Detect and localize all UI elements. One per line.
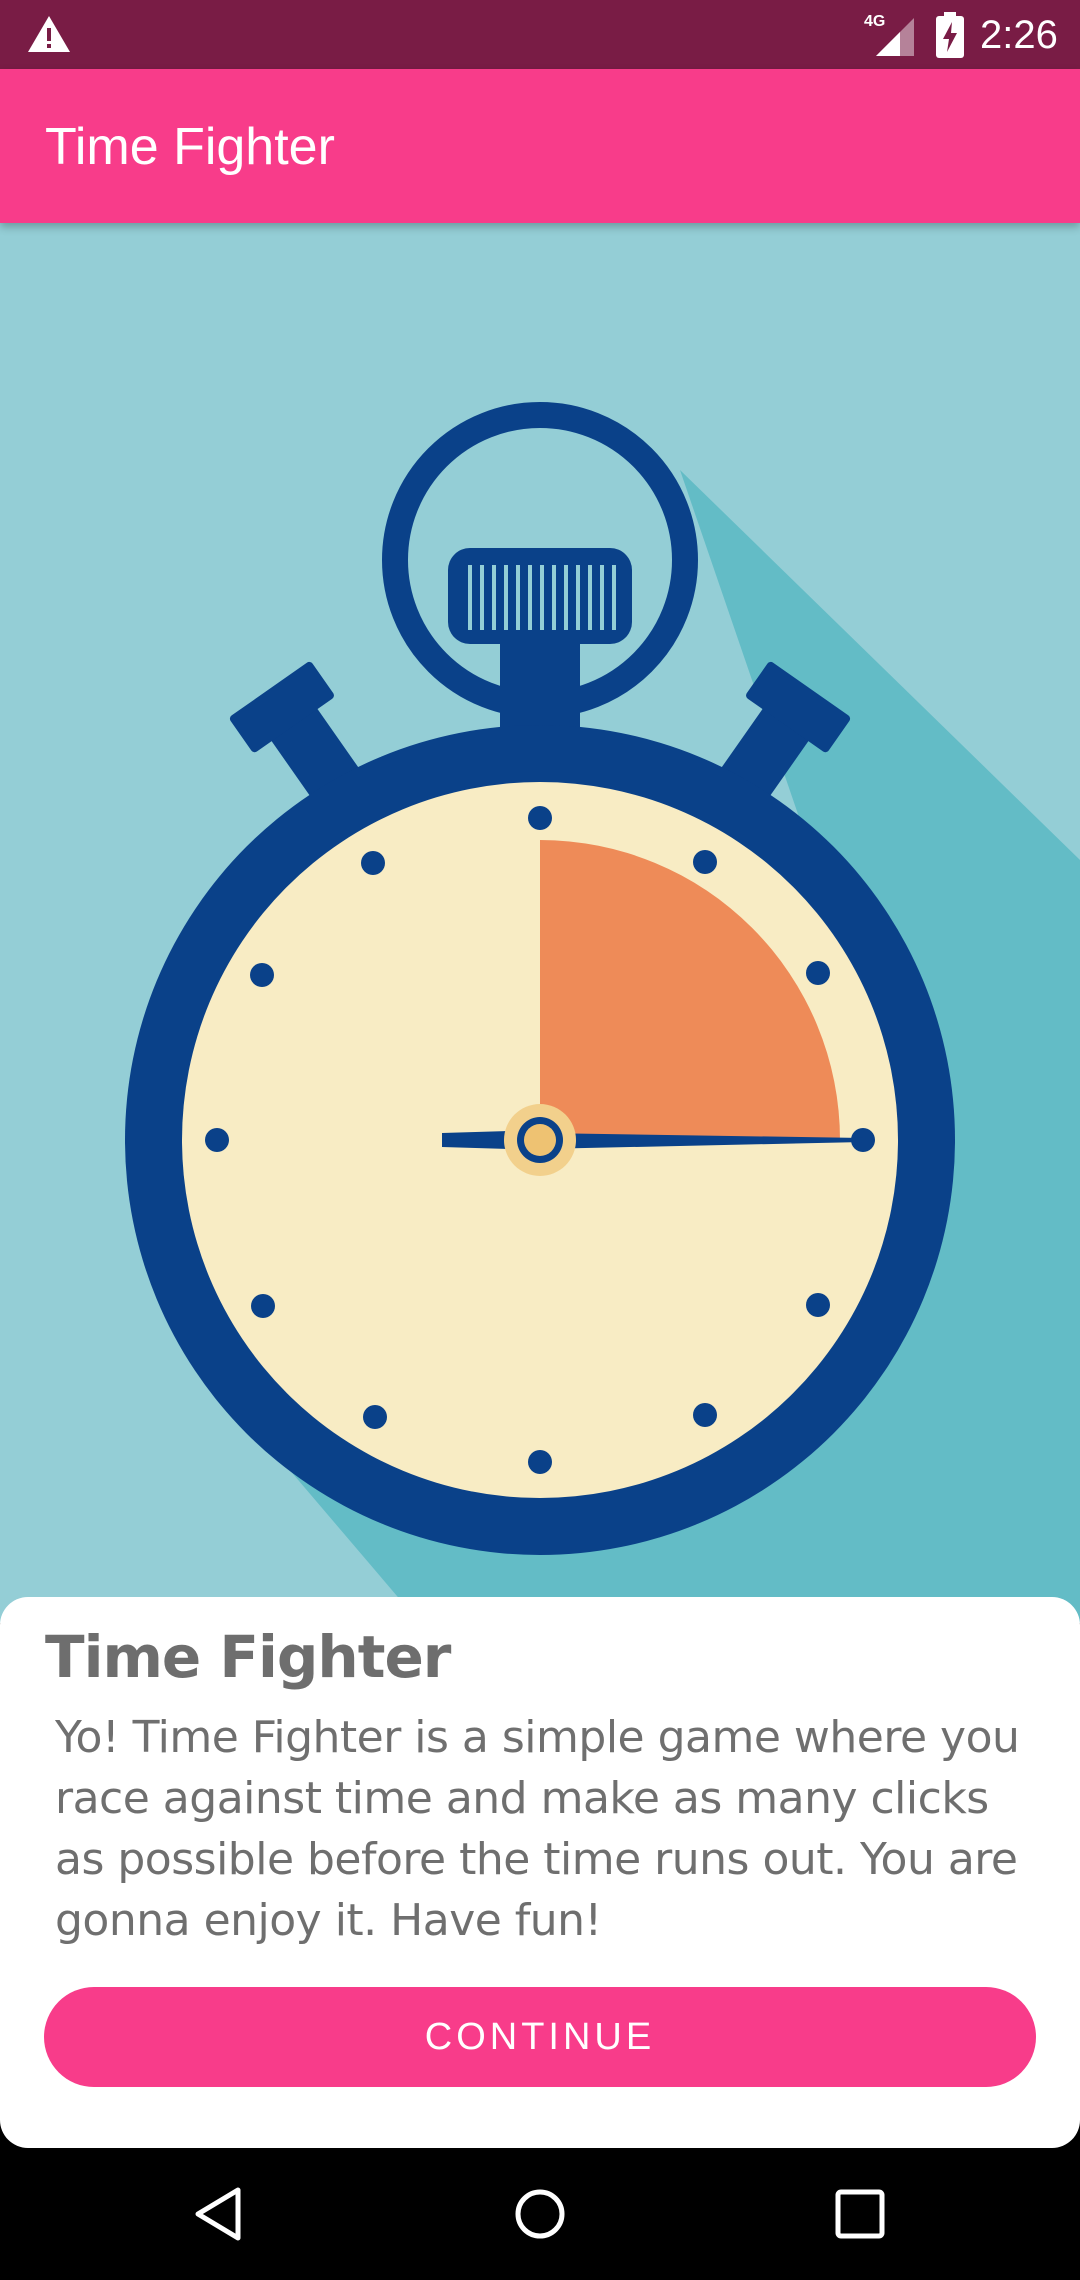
card-description: Yo! Time Fighter is a simple game where … (55, 1712, 1020, 1946)
card-title: Time Fighter (45, 1623, 451, 1691)
network-label: 4G (864, 13, 885, 30)
app-bar-title: Time Fighter (45, 118, 335, 176)
home-icon[interactable] (510, 2184, 570, 2244)
intro-card: Time Fighter Yo! Time Fighter is a simpl… (0, 1597, 1080, 2148)
hero-illustration (0, 223, 1080, 1623)
navigation-bar (0, 2148, 1080, 2280)
warning-icon (28, 16, 70, 52)
clock-time: 2:26 (980, 13, 1058, 57)
battery-charging-icon (936, 12, 964, 58)
app-bar: Time Fighter (0, 69, 1080, 223)
back-icon[interactable] (190, 2184, 250, 2244)
continue-button[interactable]: CONTINUE (44, 1987, 1036, 2087)
stopwatch-icon (125, 402, 1080, 1623)
signal-icon: 4G (864, 13, 914, 56)
status-bar: 4G 2:26 (0, 0, 1080, 69)
recents-icon[interactable] (830, 2184, 890, 2244)
